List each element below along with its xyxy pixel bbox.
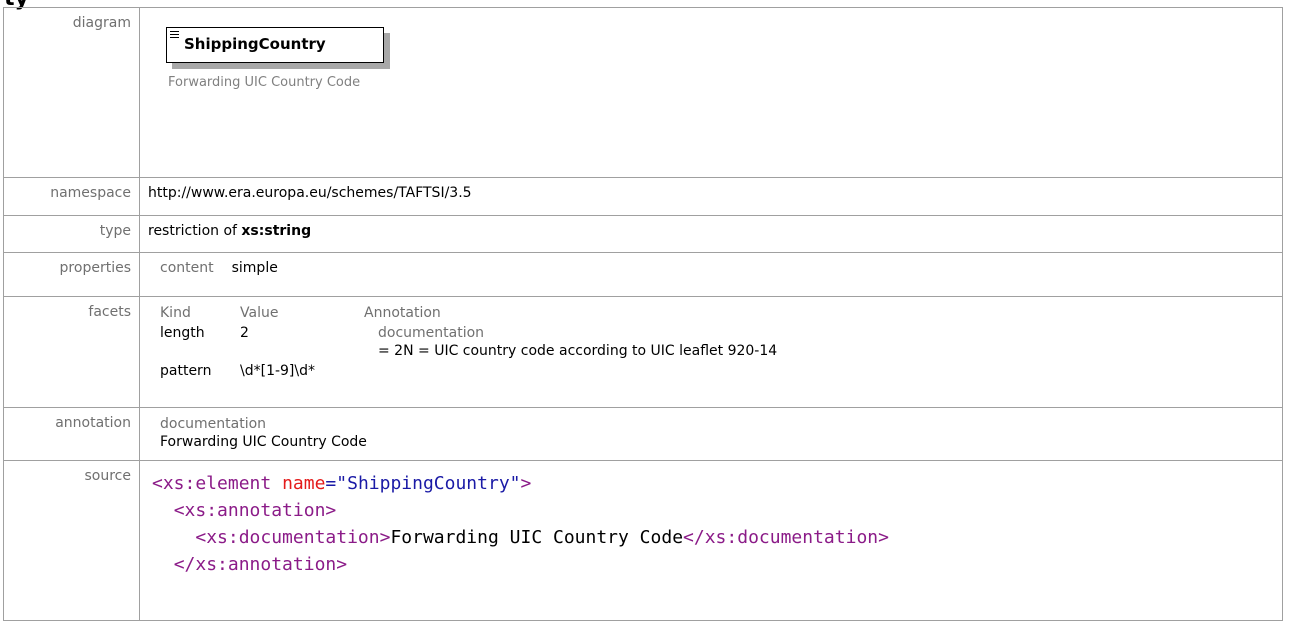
- facet-annotation-label: documentation: [378, 325, 485, 341]
- facets-row: facets Kind Value Annotation length 2 do…: [3, 296, 1283, 408]
- facets-grid: Kind Value Annotation length 2 documenta…: [148, 304, 1274, 380]
- facets-label: facets: [3, 296, 140, 408]
- src-documentation-close: </xs:documentation>: [683, 527, 889, 548]
- element-documentation-table: diagram ShippingCountry Forwarding UIC C…: [3, 7, 1283, 621]
- facet-kind: pattern: [160, 363, 212, 379]
- element-name: ShippingCountry: [184, 35, 326, 53]
- src-element-open: <xs:element: [152, 473, 272, 494]
- diagram-row: diagram ShippingCountry Forwarding UIC C…: [3, 7, 1283, 178]
- src-annotation-open: <xs:annotation>: [173, 500, 337, 521]
- facets-cell: Kind Value Annotation length 2 documenta…: [139, 296, 1283, 408]
- element-doc-caption: Forwarding UIC Country Code: [168, 75, 361, 90]
- src-documentation-text: Forwarding UIC Country Code: [390, 527, 684, 548]
- element-box[interactable]: ShippingCountry: [166, 27, 384, 63]
- namespace-label: namespace: [3, 177, 140, 216]
- facets-header-annotation: Annotation: [364, 305, 441, 321]
- source-cell: <xs:element name="ShippingCountry"> <xs:…: [139, 460, 1283, 621]
- facet-value: 2: [240, 325, 249, 341]
- type-value: restriction of xs:string: [139, 215, 1283, 253]
- facets-header-kind: Kind: [160, 305, 191, 321]
- facet-annotation-text: = 2N = UIC country code according to UIC…: [378, 343, 778, 359]
- type-label: type: [3, 215, 140, 253]
- facet-value: \d*[1-9]\d*: [240, 363, 315, 379]
- facet-annotation: documentation = 2N = UIC country code ac…: [364, 324, 1274, 360]
- properties-row: properties content simple: [3, 252, 1283, 297]
- annotation-sub-label: documentation: [160, 416, 267, 432]
- namespace-row: namespace http://www.era.europa.eu/schem…: [3, 177, 1283, 216]
- facets-header-value: Value: [240, 305, 279, 321]
- annotation-row: annotation documentation Forwarding UIC …: [3, 407, 1283, 461]
- diagram-cell: ShippingCountry Forwarding UIC Country C…: [139, 7, 1283, 178]
- type-row: type restriction of xs:string: [3, 215, 1283, 253]
- type-prefix: restriction of: [148, 223, 242, 239]
- property-value: simple: [231, 260, 278, 276]
- properties-cell: content simple: [139, 252, 1283, 297]
- source-code: <xs:element name="ShippingCountry"> <xs:…: [152, 470, 1274, 578]
- element-diagram: ShippingCountry Forwarding UIC Country C…: [166, 27, 406, 167]
- src-annotation-close: </xs:annotation>: [173, 554, 348, 575]
- annotation-text: Forwarding UIC Country Code: [160, 434, 367, 450]
- src-attr-value: "ShippingCountry": [336, 473, 521, 494]
- properties-label: properties: [3, 252, 140, 297]
- element-icon: [170, 31, 179, 40]
- src-attr-eq: =: [325, 473, 337, 494]
- src-element-close-bracket: >: [520, 473, 532, 494]
- namespace-value: http://www.era.europa.eu/schemes/TAFTSI/…: [139, 177, 1283, 216]
- annotation-label: annotation: [3, 407, 140, 461]
- property-key: content: [160, 260, 214, 276]
- type-base-link[interactable]: xs:string: [241, 223, 311, 239]
- facet-kind: length: [160, 325, 205, 341]
- facet-annotation: [364, 362, 1274, 380]
- source-row: source <xs:element name="ShippingCountry…: [3, 460, 1283, 621]
- source-label: source: [3, 460, 140, 621]
- annotation-cell: documentation Forwarding UIC Country Cod…: [139, 407, 1283, 461]
- src-attr-name: name: [282, 473, 326, 494]
- src-documentation-open: <xs:documentation>: [195, 527, 391, 548]
- diagram-label: diagram: [3, 7, 140, 178]
